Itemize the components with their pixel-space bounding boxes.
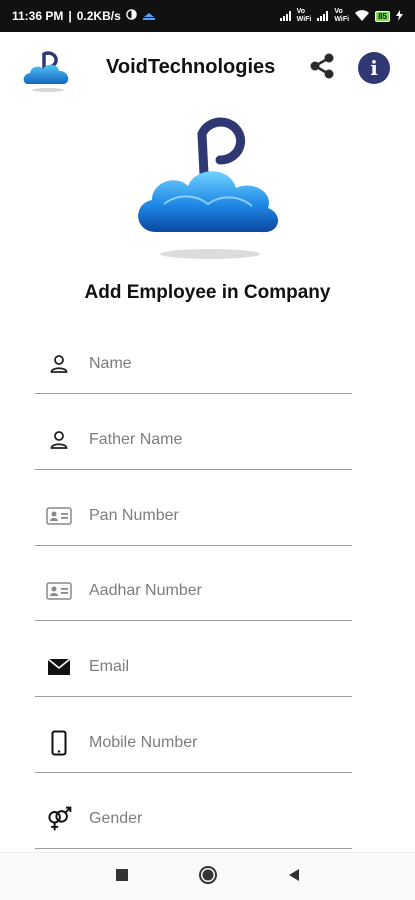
charging-icon bbox=[396, 9, 403, 23]
aadhar-number-input[interactable] bbox=[89, 579, 344, 603]
mobile-number-input[interactable] bbox=[89, 731, 344, 755]
status-bar: 11:36 PM | 0.2KB/s Vo WiFi Vo WiFi 85 bbox=[0, 0, 415, 32]
back-button[interactable] bbox=[282, 865, 306, 889]
name-input[interactable] bbox=[89, 352, 344, 376]
battery-icon: 85 bbox=[375, 10, 390, 22]
data-saver-icon bbox=[125, 9, 137, 23]
id-card-icon bbox=[45, 504, 73, 528]
system-nav-bar bbox=[0, 852, 415, 900]
person-icon bbox=[45, 352, 73, 376]
share-button[interactable] bbox=[306, 50, 338, 82]
home-button[interactable] bbox=[196, 865, 220, 889]
mobile-number-field bbox=[35, 713, 352, 773]
app-bar: VoidTechnologies i bbox=[0, 32, 415, 104]
wifi-icon bbox=[355, 9, 370, 23]
gender-input[interactable] bbox=[89, 807, 344, 831]
vowifi-label-2: Vo WiFi bbox=[334, 8, 350, 23]
pan-number-field bbox=[35, 486, 352, 546]
circle-icon bbox=[198, 865, 218, 890]
status-speed: 0.2KB/s bbox=[76, 9, 121, 23]
father-name-field bbox=[35, 410, 352, 470]
id-card-icon bbox=[45, 579, 73, 603]
gender-icon bbox=[45, 806, 73, 831]
vowifi-label-1: Vo WiFi bbox=[296, 8, 312, 23]
signal-icon bbox=[279, 11, 291, 21]
pan-number-input[interactable] bbox=[89, 504, 344, 528]
smartphone-icon bbox=[45, 730, 73, 756]
recents-button[interactable] bbox=[110, 865, 134, 889]
email-input[interactable] bbox=[89, 655, 344, 679]
info-icon: i bbox=[370, 56, 378, 80]
person-icon bbox=[45, 428, 73, 452]
app-title: VoidTechnologies bbox=[106, 56, 276, 78]
aadhar-number-field bbox=[35, 561, 352, 621]
status-time: 11:36 PM bbox=[12, 9, 64, 23]
square-icon bbox=[115, 868, 129, 887]
father-name-input[interactable] bbox=[89, 428, 344, 452]
name-field bbox=[35, 334, 352, 394]
email-field bbox=[35, 637, 352, 697]
gender-field bbox=[35, 789, 352, 849]
form-title: Add Employee in Company bbox=[84, 282, 331, 303]
signal-icon bbox=[317, 11, 329, 21]
share-icon bbox=[306, 53, 338, 86]
app-logo bbox=[20, 40, 76, 96]
envelope-icon bbox=[45, 655, 73, 679]
info-button[interactable]: i bbox=[358, 52, 390, 84]
back-triangle-icon bbox=[287, 868, 301, 887]
company-logo bbox=[128, 104, 286, 264]
upload-icon bbox=[142, 9, 156, 23]
